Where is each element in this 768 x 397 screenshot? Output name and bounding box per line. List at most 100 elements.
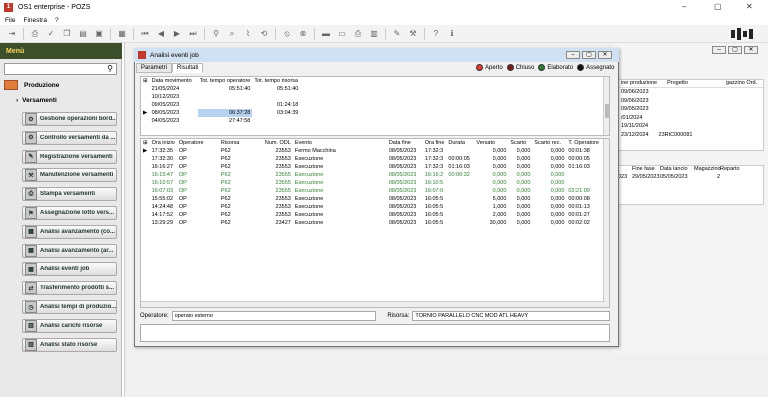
menu-help[interactable]: ?	[55, 17, 59, 24]
menu-item[interactable]: ⚙ Gestione operazioni bord...	[22, 112, 117, 126]
bg-minimize-icon[interactable]: –	[712, 46, 726, 54]
menu-item[interactable]: ▦ Analisi eventi job	[22, 262, 117, 277]
tools-icon[interactable]: ⚒	[405, 26, 421, 42]
events-scrollbar[interactable]	[603, 139, 609, 307]
export-icon[interactable]: ▥	[366, 26, 382, 42]
events-col-header[interactable]: Ora fine	[423, 139, 447, 147]
summary-row[interactable]: ▶ 08/05/2023 06:37:28 03:04:39	[141, 109, 300, 117]
menu-item[interactable]: ▦ Analisi avanzamento (co...	[22, 224, 117, 239]
filter-icon[interactable]: ⌕	[224, 26, 240, 42]
print-icon[interactable]: ⎙	[350, 26, 366, 42]
events-row[interactable]: 16:07:03 OP P62 23555 Esecuzione 08/05/2023 16…	[141, 187, 601, 195]
exit-icon[interactable]: ⇥	[4, 26, 20, 42]
new-icon[interactable]: ⎙	[27, 26, 43, 42]
resource-field[interactable]: TORNIO PARALLELO CNC MOD ATL HEAVY	[412, 311, 610, 321]
events-row[interactable]: 17:32:30 OP P62 23553 Esecuzione 08/05/2023 17…	[141, 155, 601, 163]
search-icon[interactable]: ⚲	[107, 64, 113, 73]
menu-item[interactable]: ▥ Analisi carichi risorse	[22, 318, 117, 333]
events-col-header[interactable]: Operatore	[177, 139, 219, 147]
menu-item[interactable]: ⎙ Stampa versamenti	[22, 187, 117, 202]
events-col-header[interactable]: Data fine	[387, 139, 423, 147]
close-icon[interactable]: ✕	[746, 2, 753, 11]
save-icon[interactable]: ▣	[91, 26, 107, 42]
events-col-header[interactable]: T. Operatore	[566, 139, 601, 147]
events-row[interactable]: 13:29:29 OP P62 23427 Esecuzione 08/05/2023 16…	[141, 219, 601, 227]
events-col-header[interactable]: Durata	[446, 139, 474, 147]
events-row[interactable]: 14:24:48 OP P62 23553 Esecuzione 08/05/2023 16…	[141, 203, 601, 211]
menu-item[interactable]: ✎ Registrazione versamenti	[22, 149, 117, 164]
notes-area[interactable]	[140, 324, 610, 342]
delete-icon[interactable]: ⊗	[295, 26, 311, 42]
print-preview-icon[interactable]: ▭	[334, 26, 350, 42]
tab-parametri[interactable]: Parametri	[136, 63, 173, 73]
nav-subsection-versamenti[interactable]: › Versamenti	[16, 97, 57, 104]
bg-restore-icon[interactable]: ▢	[728, 46, 742, 54]
events-cell: OP	[178, 180, 187, 186]
reset-icon[interactable]: ⟲	[256, 26, 272, 42]
help-icon[interactable]: ?	[428, 26, 444, 42]
grid-icon[interactable]: ▦	[114, 26, 130, 42]
prev-icon[interactable]: ◀	[153, 26, 169, 42]
first-icon[interactable]: ⏮	[137, 26, 153, 42]
like-icon[interactable]: ✓	[43, 26, 59, 42]
events-col-header[interactable]: Versato	[474, 139, 508, 147]
events-row[interactable]: 16:10:57 OP P62 23555 Esecuzione 08/05/2023 16…	[141, 179, 601, 187]
next-icon[interactable]: ▶	[169, 26, 185, 42]
summary-col-header[interactable]: Data movimento	[150, 77, 198, 85]
bg-close-icon[interactable]: ✕	[744, 46, 758, 54]
events-cell: 0,000	[550, 164, 565, 170]
summary-scrollbar[interactable]	[603, 77, 609, 135]
info-icon[interactable]: ℹ	[444, 26, 460, 42]
minimize-icon[interactable]: –	[682, 2, 686, 11]
maximize-icon[interactable]: ▢	[714, 2, 722, 11]
menu-item[interactable]: ⚑ Assegnazione lotto vers...	[22, 206, 117, 220]
events-row[interactable]: 15:55:02 OP P62 23553 Esecuzione 08/05/2023 16…	[141, 195, 601, 203]
events-col-header[interactable]: Evento	[293, 139, 387, 147]
operator-field[interactable]: operaio esterno	[171, 311, 377, 321]
search-icon[interactable]: ⚲	[208, 26, 224, 42]
menu-item[interactable]: ⚙ Controllo versamenti da ...	[22, 130, 117, 145]
events-hscrollbar[interactable]	[141, 301, 605, 307]
menu-file[interactable]: File	[5, 17, 15, 24]
attach-icon[interactable]: ⌇	[240, 26, 256, 42]
last-icon[interactable]: ⏭	[185, 26, 201, 42]
row-selector	[141, 85, 150, 93]
summary-row[interactable]: 21/05/2024 05:51:40 05:51:40	[141, 85, 300, 93]
events-row[interactable]: 16:15:47 OP P62 23555 Esecuzione 08/05/2023 16…	[141, 171, 601, 179]
events-col-header[interactable]: Ora inizio	[150, 139, 177, 147]
summary-row[interactable]: 04/05/2023 27:47:58	[141, 117, 300, 125]
folder-icon[interactable]: ▬	[318, 26, 334, 42]
events-row[interactable]: ▶ 17:32:35 OP P62 23553 Fermo Macchina 08/05/2…	[141, 147, 601, 155]
doc-icon[interactable]: ▤	[75, 26, 91, 42]
dialog-restore-icon[interactable]: ▢	[582, 51, 596, 59]
summary-row[interactable]: 09/05/2023 01:24:18	[141, 101, 300, 109]
scroll-thumb[interactable]	[605, 104, 609, 118]
edit-icon[interactable]: ✎	[389, 26, 405, 42]
summary-col-header[interactable]: Tot. tempo risorsa	[252, 77, 300, 85]
menu-search-input[interactable]: ⚲	[4, 63, 117, 75]
copy-icon[interactable]: ❐	[59, 26, 75, 42]
events-cell: 16:05:5	[424, 204, 444, 210]
events-col-header[interactable]: Scarto	[508, 139, 532, 147]
summary-col-header[interactable]: Tot. tempo operatore	[198, 77, 253, 85]
menu-item[interactable]: ▥ Analisi stato risorse	[22, 337, 117, 352]
dialog-minimize-icon[interactable]: –	[566, 51, 580, 59]
events-cell: 0,000	[550, 148, 565, 154]
nav-section-produzione[interactable]: Produzione	[4, 80, 59, 90]
events-row[interactable]: 16:16:27 OP P62 23553 Esecuzione 08/05/2023 17…	[141, 163, 601, 171]
events-row[interactable]: 14:17:52 OP P62 23553 Esecuzione 08/05/2023 16…	[141, 211, 601, 219]
dialog-close-icon[interactable]: ✕	[598, 51, 612, 59]
menu-window[interactable]: Finestra	[23, 17, 46, 24]
menu-item[interactable]: ▦ Analisi avanzamento (ar...	[22, 243, 117, 258]
ban-icon[interactable]: ⦸	[279, 26, 295, 42]
tab-risultati[interactable]: Risultati	[172, 63, 204, 73]
summary-row[interactable]: 10/12/2023	[141, 93, 300, 101]
events-col-header[interactable]: Scarto rec.	[532, 139, 566, 147]
events-cell: 0,000	[492, 188, 507, 194]
menu-item-icon: ⚙	[25, 131, 37, 144]
menu-item[interactable]: ◷ Analisi tempi di produzio...	[22, 300, 117, 314]
events-col-header[interactable]: Risorsa	[219, 139, 263, 147]
events-col-header[interactable]: Num. ODL	[263, 139, 293, 147]
menu-item[interactable]: ⇄ Trasferimento prodotti s...	[22, 281, 117, 296]
menu-item[interactable]: ⚒ Manutenzione versamenti	[22, 168, 117, 183]
